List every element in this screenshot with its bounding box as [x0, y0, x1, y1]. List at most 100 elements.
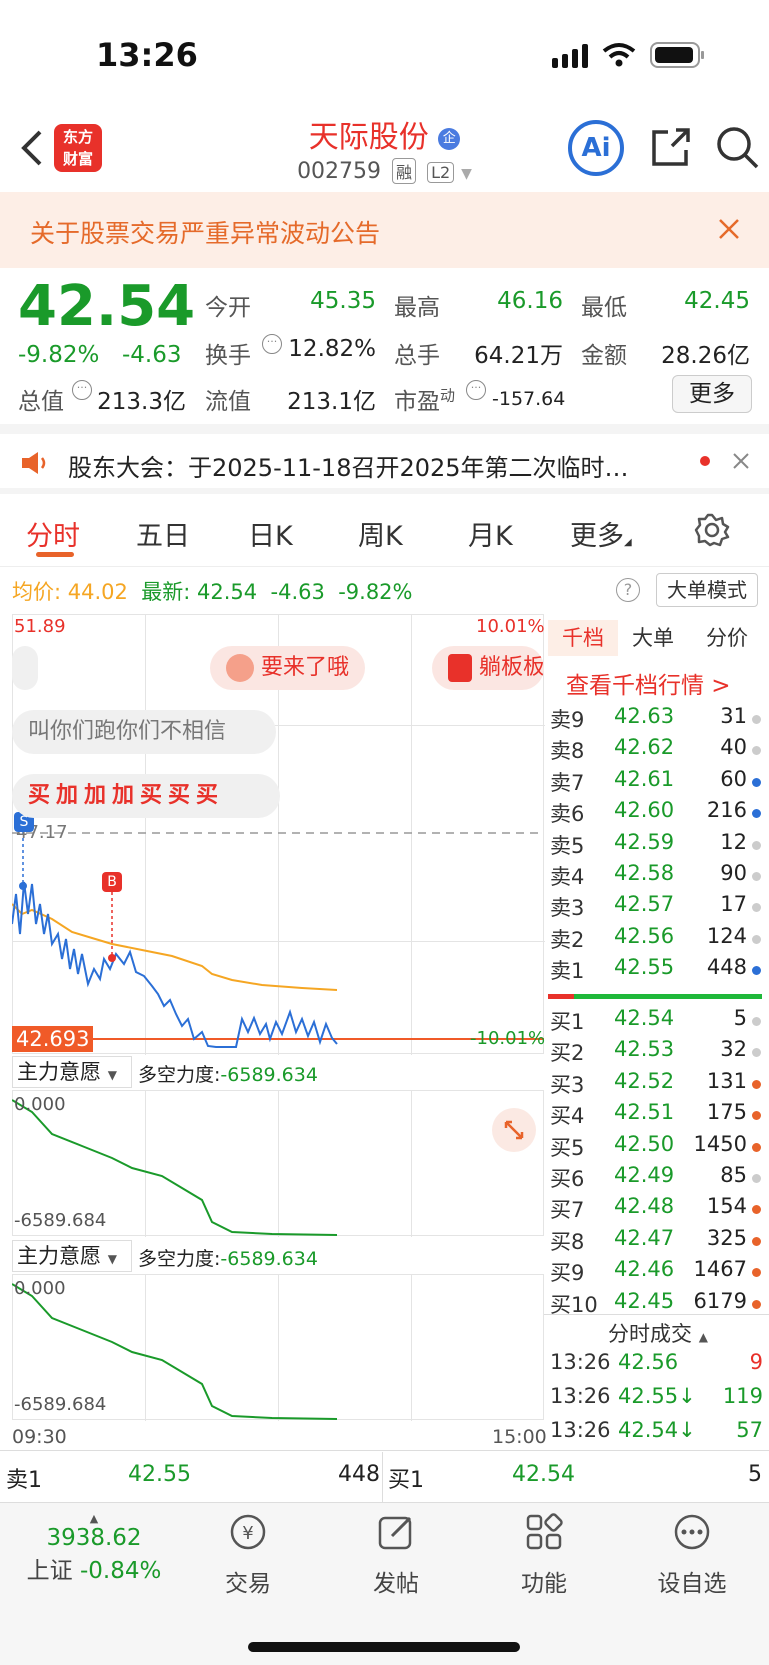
ask-volume: 40: [720, 735, 747, 760]
function-button[interactable]: 功能: [470, 1512, 618, 1598]
home-indicator: [248, 1642, 520, 1652]
ask-row[interactable]: 卖4 42.58 90: [548, 861, 769, 892]
big-order-mode-button[interactable]: 大单模式: [656, 573, 758, 607]
search-icon[interactable]: [714, 124, 760, 174]
bid-level: 买6: [550, 1167, 585, 1191]
orderbook-tab-bigorder[interactable]: 大单: [632, 620, 674, 656]
stock-name: 天际股份: [308, 120, 429, 155]
close-icon[interactable]: [732, 452, 750, 474]
enterprise-badge-icon: 企: [438, 127, 461, 150]
ask-row[interactable]: 卖5 42.59 12: [548, 830, 769, 861]
indicator-name: 主力意愿: [17, 1060, 101, 1084]
bid-row[interactable]: 买5 42.50 1450: [548, 1132, 769, 1163]
depth-bar: [548, 994, 762, 999]
more-button[interactable]: 更多: [672, 375, 752, 413]
bid-price: 42.48: [614, 1194, 675, 1219]
ai-button[interactable]: Ai: [568, 120, 624, 176]
ask-volume: 124: [706, 923, 747, 948]
divider: [0, 488, 769, 494]
ask-price: 42.56: [614, 923, 675, 948]
trades-title[interactable]: 分时成交 ▲: [608, 1318, 708, 1348]
info-icon[interactable]: ···: [466, 380, 486, 400]
order-dot-icon: [752, 1268, 761, 1278]
orderbook-tab-qiandang[interactable]: 千档: [548, 620, 618, 656]
order-dot-icon: [752, 1299, 761, 1309]
ask-row[interactable]: 卖1 42.55 448: [548, 955, 769, 986]
comment-bubble[interactable]: 要来了哦: [210, 646, 366, 690]
best-sell-volume: 448: [338, 1462, 380, 1487]
trade-button[interactable]: ¥ 交易: [174, 1512, 322, 1598]
comment-bubble[interactable]: 躺板板: [432, 646, 544, 690]
bid-row[interactable]: 买8 42.47 325: [548, 1226, 769, 1257]
info-icon[interactable]: ···: [262, 334, 282, 354]
ask-row[interactable]: 卖6 42.60 216: [548, 798, 769, 829]
ask-volume: 90: [720, 861, 747, 885]
ask-row[interactable]: 卖8 42.62 40: [548, 735, 769, 766]
comment-bubble[interactable]: [12, 646, 38, 690]
ask-row[interactable]: 卖9 42.63 31: [548, 704, 769, 735]
qiandang-link[interactable]: 查看千档行情 >: [566, 666, 731, 700]
bid-row[interactable]: 买6 42.49 85: [548, 1163, 769, 1194]
divider: [382, 1452, 383, 1502]
ai-label: Ai: [581, 133, 611, 163]
ask-row[interactable]: 卖2 42.56 124: [548, 924, 769, 955]
bid-row[interactable]: 买4 42.51 175: [548, 1100, 769, 1131]
ask-volume: 31: [720, 704, 747, 728]
divider: [0, 424, 769, 434]
share-icon[interactable]: [648, 126, 692, 174]
tab-five-day[interactable]: 五日: [136, 514, 190, 553]
bid-price: 42.47: [614, 1225, 675, 1250]
tab-monthly-k[interactable]: 月K: [468, 514, 513, 553]
tab-daily-k[interactable]: 日K: [248, 514, 293, 553]
bid-price: 42.51: [614, 1100, 675, 1125]
orderbook-tab-price[interactable]: 分价: [706, 620, 748, 656]
order-dot-icon: [752, 777, 761, 787]
index-value: 3938.62: [46, 1525, 142, 1551]
info-icon[interactable]: ···: [72, 380, 92, 400]
ask-level: 卖8: [550, 739, 585, 764]
bid-row[interactable]: 买7 42.48 154: [548, 1194, 769, 1225]
index-widget[interactable]: ▲ 3938.62 上证 -0.84%: [10, 1512, 178, 1585]
triangle-icon: ◢: [624, 537, 632, 548]
announcement-text[interactable]: 股东大会：于2025-11-18召开2025年第二次临时…: [68, 448, 678, 483]
triangle-down-icon: ▼: [107, 1068, 117, 1082]
ask-row[interactable]: 卖7 42.61 60: [548, 767, 769, 798]
order-dot-icon: [752, 840, 761, 850]
bid-level: 买3: [550, 1072, 585, 1097]
pe-label: 市盈动: [394, 382, 455, 416]
add-watchlist-button[interactable]: 设自选: [618, 1512, 766, 1598]
close-icon[interactable]: [718, 218, 740, 244]
bid-volume: 1450: [693, 1131, 747, 1156]
comment-bubble[interactable]: 买加加加买买买: [12, 774, 280, 818]
ask-volume: 448: [706, 955, 747, 980]
ask-price: 42.61: [614, 766, 675, 791]
trade-price: 42.54↓: [618, 1418, 696, 1442]
bid-row[interactable]: 买3 42.52 131: [548, 1069, 769, 1100]
indicator-value: -6589.634: [220, 1248, 318, 1270]
tab-intraday[interactable]: 分时: [26, 514, 80, 553]
post-button[interactable]: 发帖: [322, 1512, 470, 1598]
order-dot-icon: [752, 1236, 761, 1246]
expand-icon[interactable]: [492, 1108, 536, 1152]
notice-text[interactable]: 关于股票交易严重异常波动公告: [30, 214, 380, 250]
chart-pct-bottom: -10.01%: [470, 1028, 546, 1049]
comment-bubble[interactable]: 叫你们跑你们不相信: [12, 710, 276, 754]
ask-row[interactable]: 卖3 42.57 17: [548, 892, 769, 923]
svg-text:¥: ¥: [242, 1523, 253, 1544]
indicator-selector[interactable]: 主力意愿 ▼: [12, 1056, 132, 1088]
bid-row[interactable]: 买2 42.53 32: [548, 1037, 769, 1068]
tab-more[interactable]: 更多◢: [570, 514, 632, 553]
bid-level: 买5: [550, 1135, 585, 1160]
settings-icon[interactable]: [694, 512, 730, 552]
bid-row[interactable]: 买1 42.54 5: [548, 1006, 769, 1037]
watchlist-label: 设自选: [657, 1571, 727, 1597]
indicator-selector[interactable]: 主力意愿 ▼: [12, 1240, 132, 1272]
divider: [0, 1450, 769, 1451]
chevron-down-icon[interactable]: ▼: [461, 166, 472, 182]
help-icon[interactable]: ?: [616, 578, 640, 602]
ask-level: 卖9: [550, 708, 585, 732]
buy-marker[interactable]: B: [102, 872, 122, 892]
bid-row[interactable]: 买9 42.46 1467: [548, 1257, 769, 1288]
bid-volume: 85: [720, 1163, 747, 1187]
tab-weekly-k[interactable]: 周K: [358, 514, 403, 553]
